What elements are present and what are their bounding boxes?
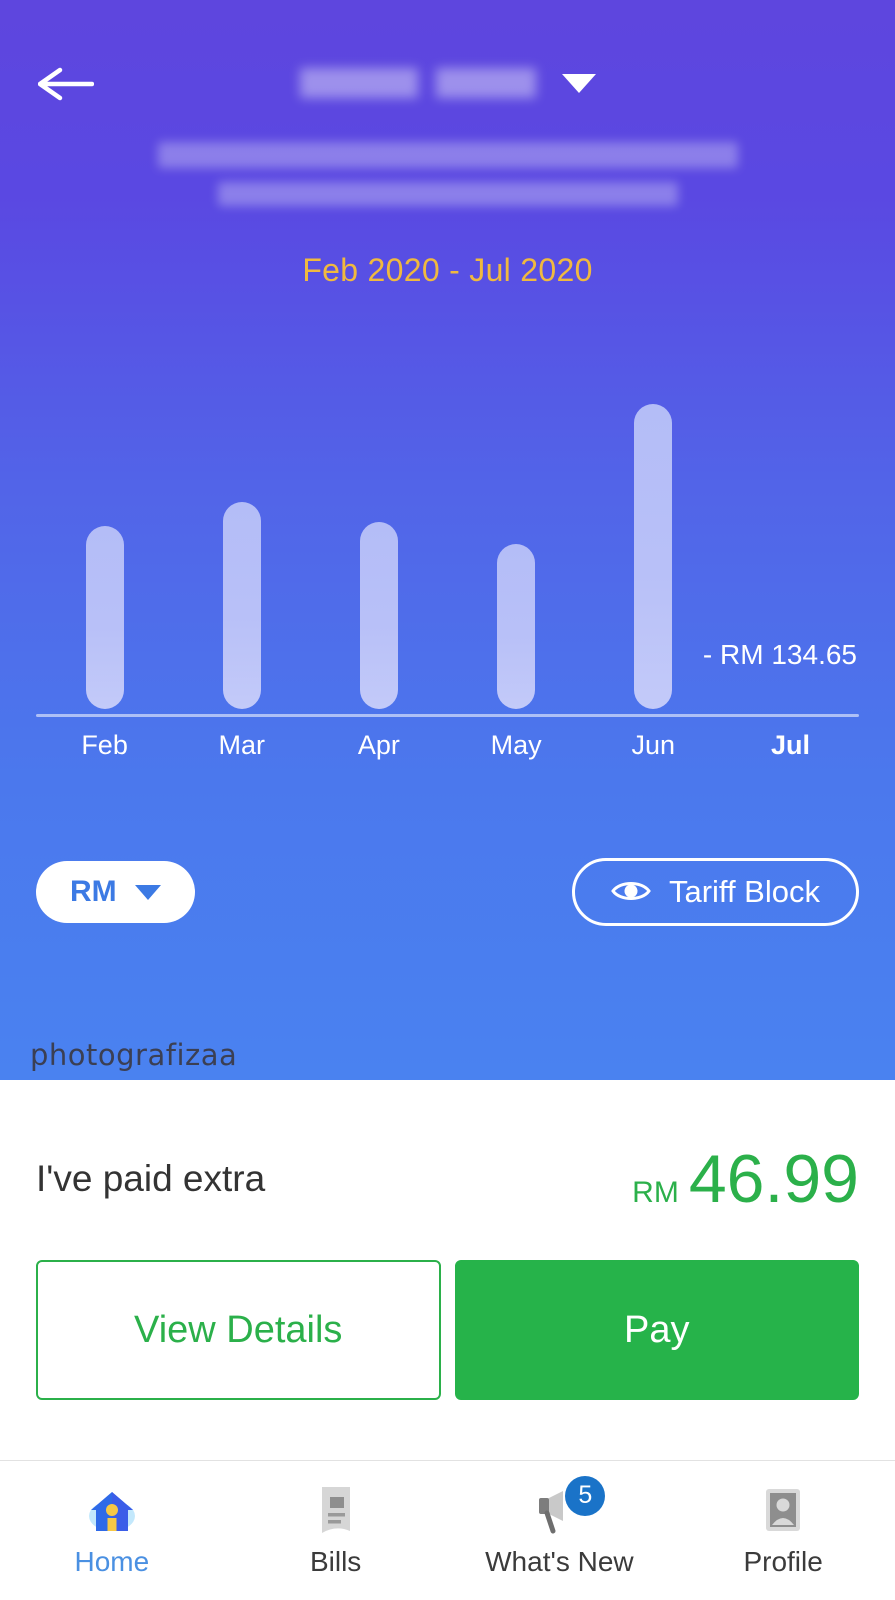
paid-currency: RM [632, 1176, 679, 1209]
nav-item-bills[interactable]: Bills [224, 1484, 448, 1578]
account-address-redacted [0, 142, 895, 206]
bar-slot-feb [36, 389, 173, 709]
bar-mar[interactable] [222, 502, 261, 709]
nav-label-home: Home [74, 1545, 150, 1577]
bar-jun[interactable] [634, 404, 673, 709]
redacted-address-line-1 [157, 142, 738, 168]
bar-apr[interactable] [359, 522, 398, 709]
nav-item-profile[interactable]: Profile [671, 1484, 895, 1578]
bar-feb[interactable] [85, 526, 124, 709]
account-title-redacted [299, 68, 536, 98]
app-screen: Feb 2020 - Jul 2020 - RM 134.65 Feb Mar … [0, 0, 895, 1600]
nav-item-whats-new[interactable]: 5 What's New [448, 1475, 672, 1578]
nav-label-whats-new: What's New [485, 1545, 634, 1577]
megaphone-icon: 5 [533, 1475, 606, 1536]
nav-label-profile: Profile [743, 1545, 823, 1577]
currency-label: RM [70, 875, 117, 908]
view-details-button[interactable]: View Details [36, 1260, 441, 1400]
home-icon [86, 1484, 138, 1536]
contact-card-icon [757, 1484, 809, 1536]
redacted-address-line-2 [217, 182, 678, 206]
chart-controls: RM Tariff Block [36, 858, 859, 926]
redacted-title-word-2 [435, 68, 536, 98]
nav-item-home[interactable]: Home [0, 1484, 224, 1578]
top-app-bar [0, 0, 895, 120]
nav-label-bills: Bills [309, 1545, 362, 1577]
caret-down-icon [134, 884, 161, 900]
month-label-feb[interactable]: Feb [36, 730, 173, 761]
payment-summary-panel: I've paid extra RM 46.99 View Details Pa… [0, 1080, 895, 1460]
tariff-block-label: Tariff Block [668, 874, 820, 909]
bottom-navigation: Home Bills 5 What's New Profile [0, 1460, 895, 1600]
usage-bar-chart: - RM 134.65 Feb Mar Apr May Jun Jul [36, 367, 859, 767]
chevron-down-icon[interactable] [561, 73, 596, 93]
bar-slot-may [448, 389, 585, 709]
eye-icon [611, 878, 651, 907]
month-label-jun[interactable]: Jun [585, 730, 722, 761]
whats-new-badge: 5 [565, 1475, 606, 1516]
redacted-title-word-1 [299, 68, 418, 98]
paid-status-row: I've paid extra RM 46.99 [36, 1080, 859, 1260]
bar-slot-jun [585, 389, 722, 709]
bar-may[interactable] [497, 544, 536, 709]
bar-slot-mar [173, 389, 310, 709]
watermark-text: photografizaa [30, 1038, 238, 1072]
action-buttons-row: View Details Pay [36, 1260, 859, 1400]
usage-hero-panel: Feb 2020 - Jul 2020 - RM 134.65 Feb Mar … [0, 0, 895, 1080]
chart-axis-line [36, 714, 859, 717]
bar-slot-apr [310, 389, 447, 709]
paid-amount: RM 46.99 [632, 1140, 859, 1218]
chart-month-labels: Feb Mar Apr May Jun Jul [36, 723, 859, 767]
current-amount-annotation: - RM 134.65 [702, 639, 857, 670]
month-label-mar[interactable]: Mar [173, 730, 310, 761]
pay-button[interactable]: Pay [454, 1260, 859, 1400]
account-title-selector[interactable] [0, 68, 895, 98]
month-label-apr[interactable]: Apr [310, 730, 447, 761]
month-label-jul[interactable]: Jul [722, 730, 859, 761]
period-label: Feb 2020 - Jul 2020 [302, 252, 593, 288]
currency-selector[interactable]: RM [36, 861, 195, 923]
paid-value: 46.99 [688, 1141, 859, 1217]
tariff-block-button[interactable]: Tariff Block [571, 858, 859, 926]
receipt-icon [310, 1484, 362, 1536]
paid-status-label: I've paid extra [36, 1158, 266, 1199]
month-label-may[interactable]: May [448, 730, 585, 761]
